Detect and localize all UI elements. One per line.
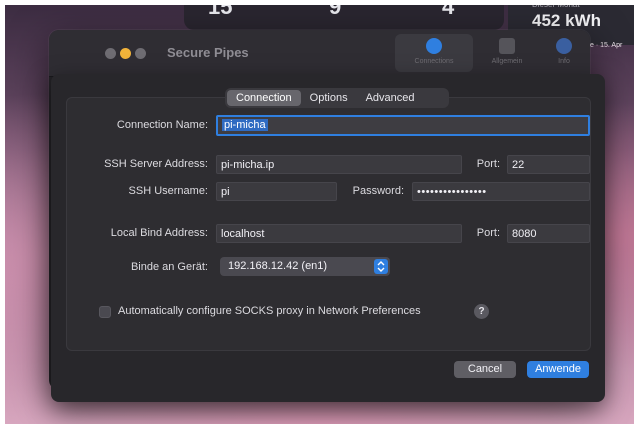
local-bind-label: Local Bind Address: <box>110 227 208 239</box>
date-text: e · 15. Apr <box>590 42 623 49</box>
toolbar-label: Allgemein <box>491 58 523 65</box>
socks-checkbox[interactable] <box>99 306 111 318</box>
calendar-number: 9 <box>329 0 342 19</box>
bind-device-label: Binde an Gerät: <box>130 261 208 273</box>
ssh-server-field[interactable]: pi-micha.ip <box>216 155 462 174</box>
bind-device-popup[interactable]: 192.168.12.42 (en1) <box>220 257 390 276</box>
calendar-widget: 15 9 4 <box>184 0 504 30</box>
tab-segmented-control: Connection Options Advanced <box>225 88 449 108</box>
local-port-field[interactable]: 8080 <box>507 224 590 243</box>
ssh-port-label: Port: <box>476 158 500 170</box>
help-button[interactable]: ? <box>474 304 489 319</box>
calendar-number: 15 <box>208 0 233 19</box>
password-field[interactable]: •••••••••••••••• <box>412 182 590 201</box>
tab-connection[interactable]: Connection <box>227 90 301 106</box>
tab-options[interactable]: Options <box>301 90 357 106</box>
close-button[interactable] <box>105 48 116 59</box>
apply-button[interactable]: Anwende <box>527 361 589 378</box>
calendar-number: 4 <box>442 0 455 19</box>
info-icon <box>556 38 572 54</box>
password-label: Password: <box>352 185 404 197</box>
energy-label: Dieser Monat <box>532 0 580 9</box>
ssh-server-label: SSH Server Address: <box>104 158 208 170</box>
ssh-username-label: SSH Username: <box>128 185 208 197</box>
toolbar-info-button[interactable]: Info <box>541 34 587 72</box>
connection-name-label: Connection Name: <box>116 119 208 131</box>
globe-icon <box>426 38 442 54</box>
ssh-username-field[interactable]: pi <box>216 182 337 201</box>
energy-value: 452 kWh <box>532 11 601 30</box>
zoom-button[interactable] <box>135 48 146 59</box>
toolbar-label: Connections <box>414 58 454 65</box>
cancel-button[interactable]: Cancel <box>454 361 516 378</box>
toolbar-general-button[interactable]: Allgemein <box>474 34 540 72</box>
gear-icon <box>499 38 515 54</box>
toolbar-label: Info <box>558 58 570 65</box>
window-title: Secure Pipes <box>167 45 249 60</box>
local-bind-field[interactable]: localhost <box>216 224 462 243</box>
chevron-updown-icon <box>374 259 388 274</box>
ssh-port-field[interactable]: 22 <box>507 155 590 174</box>
bind-device-value: 192.168.12.42 (en1) <box>228 260 328 272</box>
local-port-label: Port: <box>476 227 500 239</box>
title-bar: Secure Pipes Connections Allgemein Info <box>49 30 590 77</box>
toolbar-connections-button[interactable]: Connections <box>395 34 473 72</box>
socks-checkbox-label: Automatically configure SOCKS proxy in N… <box>118 305 421 317</box>
connection-name-value: pi-micha <box>222 119 268 131</box>
tab-advanced[interactable]: Advanced <box>357 90 424 106</box>
connection-name-field[interactable]: pi-micha <box>216 115 590 136</box>
minimize-button[interactable] <box>120 48 131 59</box>
